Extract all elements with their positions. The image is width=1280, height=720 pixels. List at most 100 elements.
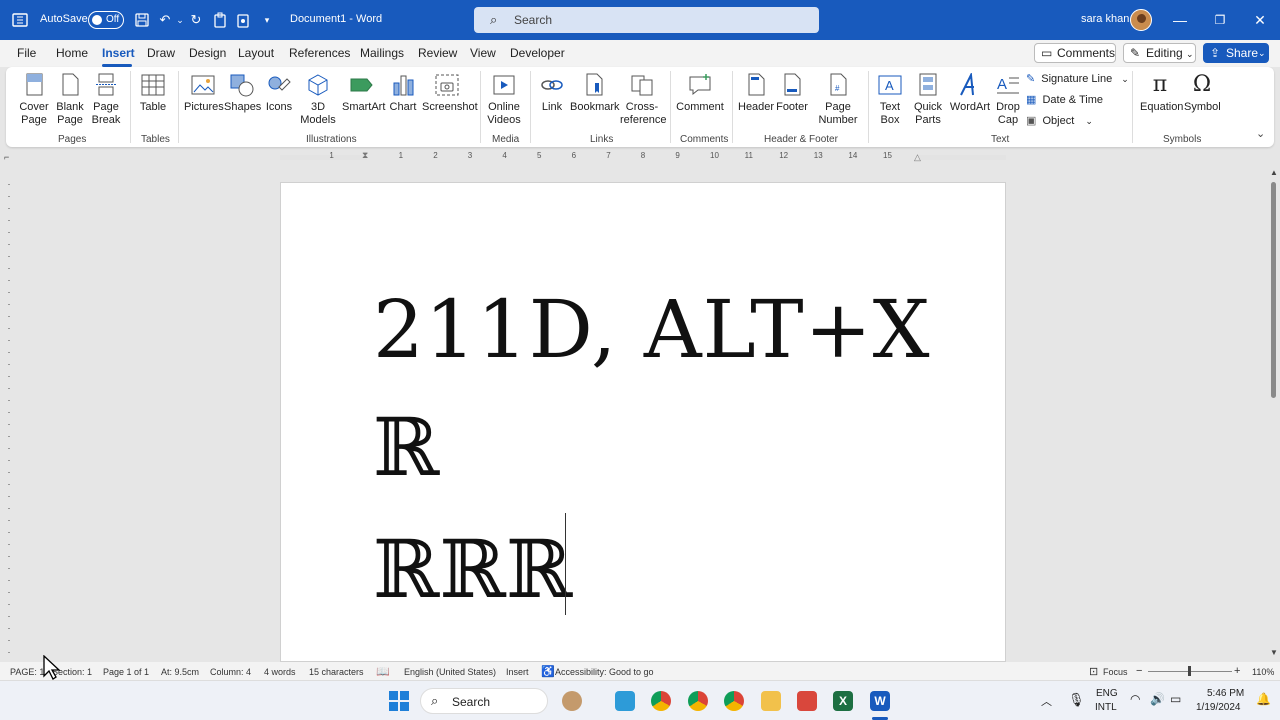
status-accessibility[interactable]: Accessibility: Good to go: [555, 667, 654, 677]
chart-button[interactable]: Chart: [388, 73, 418, 114]
page-break-button[interactable]: Page Break: [90, 73, 122, 127]
keyboard-layout[interactable]: INTL: [1095, 702, 1117, 713]
scroll-up-icon[interactable]: ▲: [1270, 168, 1278, 177]
symbol-button[interactable]: Ω Symbol: [1184, 73, 1221, 114]
status-characters[interactable]: 15 characters: [309, 667, 364, 677]
date-time-button[interactable]: ▦ Date & Time: [1026, 93, 1103, 106]
signature-line-button[interactable]: ✎ Signature Line ⌄: [1026, 72, 1129, 85]
share-button[interactable]: ⇪ Share ⌄: [1203, 43, 1269, 63]
status-language[interactable]: English (United States): [404, 667, 496, 677]
clock-time[interactable]: 5:46 PM: [1207, 688, 1244, 699]
tab-view[interactable]: View: [470, 46, 496, 60]
zoom-slider[interactable]: [1148, 666, 1232, 676]
wordart-button[interactable]: WordArt: [948, 73, 992, 114]
excel-icon[interactable]: X: [833, 691, 853, 711]
object-button[interactable]: ▣ Object ⌄: [1026, 114, 1093, 127]
chevron-up-icon[interactable]: ︿: [1041, 693, 1052, 709]
drop-cap-button[interactable]: A Drop Cap: [992, 73, 1024, 127]
screenshot-button[interactable]: Screenshot: [422, 73, 478, 114]
tab-mailings[interactable]: Mailings: [360, 46, 404, 60]
bookmark-button[interactable]: Bookmark: [570, 73, 620, 114]
vertical-scrollbar[interactable]: ▲ ▼: [1268, 168, 1278, 662]
cross-reference-button[interactable]: Cross- reference: [620, 73, 666, 127]
chrome-profile-2-icon[interactable]: [724, 691, 744, 711]
word-app-icon[interactable]: [12, 12, 28, 28]
document-page[interactable]: 211D, ALT+X ℝ ℝℝℝ: [280, 182, 1006, 662]
status-column[interactable]: Column: 4: [210, 667, 251, 677]
save-icon[interactable]: [134, 12, 150, 28]
online-videos-button[interactable]: Online Videos: [486, 73, 522, 127]
3d-models-button[interactable]: 3D Models: [298, 73, 338, 127]
status-zoom[interactable]: 110%: [1252, 667, 1274, 677]
status-page-of[interactable]: Page 1 of 1: [103, 667, 149, 677]
restore-icon[interactable]: ❐: [1210, 10, 1230, 30]
zoom-slider-thumb[interactable]: [1188, 666, 1191, 676]
doc-line-2[interactable]: ℝ: [373, 401, 439, 494]
minimize-icon[interactable]: —: [1170, 10, 1190, 30]
comments-button[interactable]: ▭ Comments: [1034, 43, 1116, 63]
recorder-app-icon[interactable]: [797, 691, 817, 711]
language-code[interactable]: ENG: [1096, 688, 1118, 699]
new-comment-button[interactable]: Comment: [676, 73, 724, 114]
word-icon[interactable]: W: [870, 691, 890, 711]
document-canvas[interactable]: 211D, ALT+X ℝ ℝℝℝ: [0, 164, 1280, 662]
tab-review[interactable]: Review: [418, 46, 457, 60]
tab-insert[interactable]: Insert: [102, 46, 135, 60]
notepad-icon[interactable]: [615, 691, 635, 711]
header-button[interactable]: Header: [738, 73, 774, 114]
undo-icon[interactable]: ↶: [157, 12, 173, 28]
autosave-toggle[interactable]: Off: [88, 11, 124, 29]
editing-button[interactable]: ✎ Editing ⌄: [1123, 43, 1196, 63]
link-button[interactable]: Link: [536, 73, 568, 114]
pictures-button[interactable]: Pictures: [184, 73, 224, 114]
zoom-in-icon[interactable]: +: [1234, 665, 1240, 677]
tab-draw[interactable]: Draw: [147, 46, 175, 60]
doc-line-1[interactable]: 211D, ALT+X: [373, 283, 931, 376]
left-indent-marker[interactable]: ⧗: [362, 150, 368, 161]
file-explorer-icon[interactable]: [761, 691, 781, 711]
status-at[interactable]: At: 9.5cm: [161, 667, 199, 677]
equation-button[interactable]: π Equation: [1140, 73, 1183, 114]
horizontal-ruler[interactable]: ⧗ △ 1 1 2 3 4 5 6 7 8 9 10 11 12 13 14 15: [280, 150, 1006, 164]
customize-toolbar-icon[interactable]: ▾: [259, 12, 275, 28]
tab-selector-icon[interactable]: ⌐: [4, 152, 14, 162]
proofing-icon[interactable]: 📖: [376, 665, 390, 678]
doc-line-3[interactable]: ℝℝℝ: [373, 523, 572, 616]
tab-home[interactable]: Home: [56, 46, 88, 60]
wifi-icon[interactable]: ◠: [1130, 692, 1140, 706]
status-focus[interactable]: Focus: [1103, 667, 1128, 677]
tab-layout[interactable]: Layout: [238, 46, 274, 60]
taskbar-search[interactable]: ⌕ Search: [420, 688, 548, 714]
tab-design[interactable]: Design: [189, 46, 226, 60]
touch-mode-icon[interactable]: [235, 12, 251, 28]
taskbar-widget-icon[interactable]: [562, 691, 582, 711]
status-words[interactable]: 4 words: [264, 667, 296, 677]
icons-button[interactable]: Icons: [263, 73, 295, 114]
chrome-icon[interactable]: [651, 691, 671, 711]
chevron-down-icon[interactable]: ⌄: [172, 12, 188, 28]
shapes-button[interactable]: Shapes: [224, 73, 261, 114]
clipboard-icon[interactable]: [212, 12, 228, 28]
close-icon[interactable]: ✕: [1250, 10, 1270, 30]
cover-page-button[interactable]: Cover Page: [16, 73, 52, 127]
zoom-out-icon[interactable]: −: [1136, 665, 1142, 677]
clock-date[interactable]: 1/19/2024: [1196, 702, 1241, 713]
smartart-button[interactable]: SmartArt: [342, 73, 385, 114]
avatar[interactable]: [1130, 9, 1152, 31]
text-box-button[interactable]: A Text Box: [874, 73, 906, 127]
scroll-down-icon[interactable]: ▼: [1270, 648, 1278, 657]
collapse-ribbon-icon[interactable]: ⌄: [1256, 127, 1265, 140]
tab-references[interactable]: References: [289, 46, 350, 60]
volume-icon[interactable]: 🔊: [1150, 692, 1165, 706]
chrome-profile-icon[interactable]: [688, 691, 708, 711]
notification-bell-icon[interactable]: 🔔: [1256, 692, 1271, 706]
blank-page-button[interactable]: Blank Page: [54, 73, 86, 127]
tab-developer[interactable]: Developer: [510, 46, 565, 60]
status-page[interactable]: PAGE: 1: [10, 667, 44, 677]
vertical-ruler[interactable]: [0, 164, 18, 662]
microphone-icon[interactable]: 🎙: [1068, 692, 1085, 708]
redo-icon[interactable]: ↻: [188, 12, 204, 28]
battery-icon[interactable]: ▭: [1170, 692, 1181, 706]
page-number-button[interactable]: # Page Number: [816, 73, 860, 127]
search-box[interactable]: ⌕ Search: [474, 7, 819, 33]
